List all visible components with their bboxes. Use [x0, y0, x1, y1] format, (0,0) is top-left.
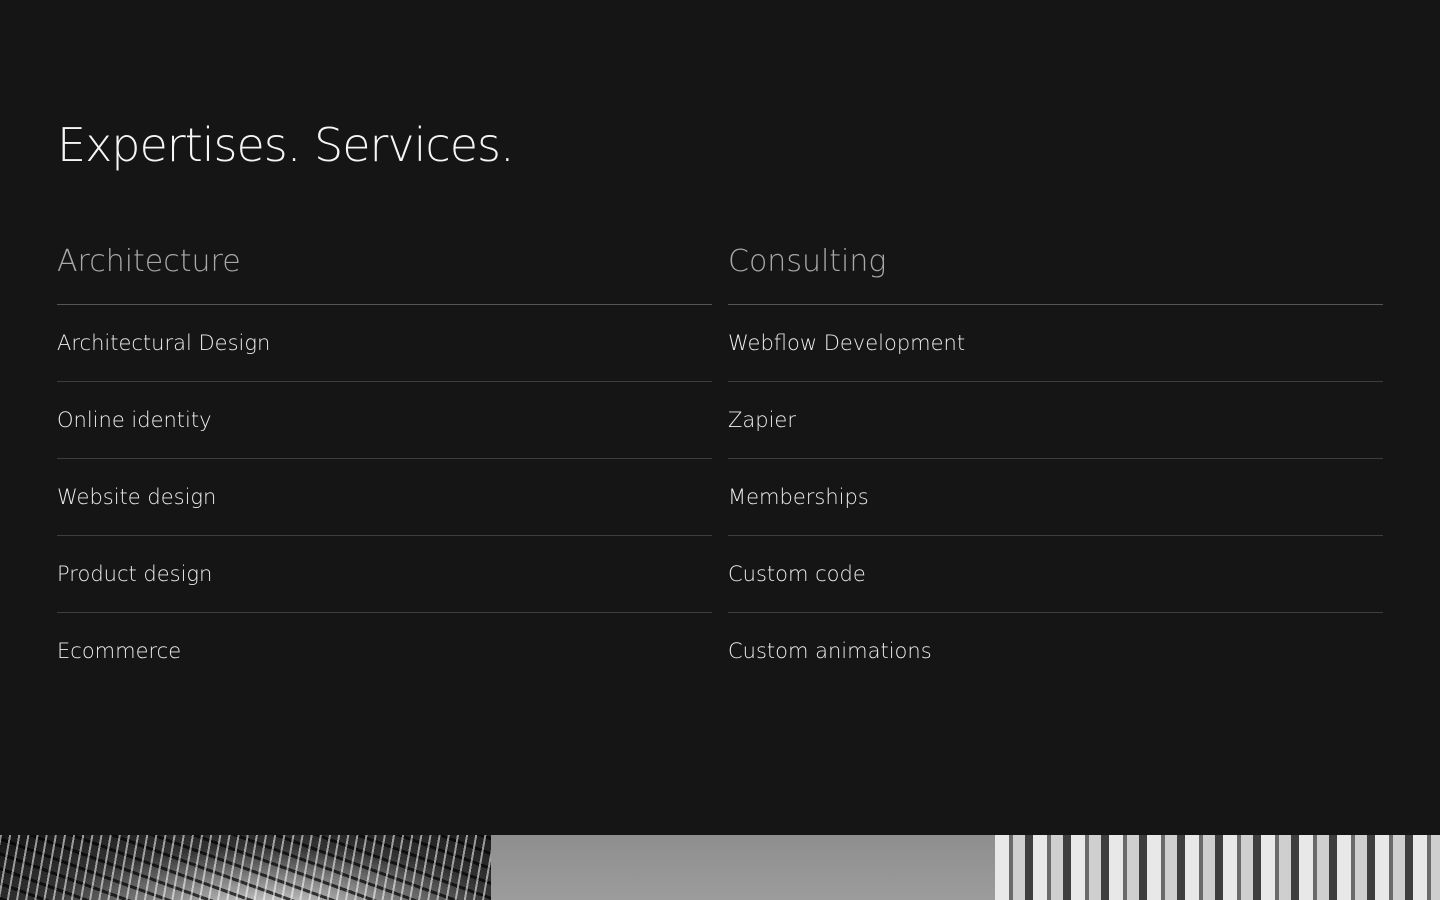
- service-list: Webflow Development Zapier Memberships C…: [728, 305, 1383, 689]
- service-item-custom-code[interactable]: Custom code: [728, 536, 1383, 613]
- service-item-online-identity[interactable]: Online identity: [57, 382, 712, 459]
- column-title: Architecture: [57, 240, 712, 305]
- architecture-column: Architecture Architectural Design Online…: [57, 240, 712, 689]
- column-title: Consulting: [728, 240, 1383, 305]
- service-item-product-design[interactable]: Product design: [57, 536, 712, 613]
- service-item-architectural-design[interactable]: Architectural Design: [57, 305, 712, 382]
- service-item-zapier[interactable]: Zapier: [728, 382, 1383, 459]
- page-title: Expertises. Services.: [57, 118, 515, 172]
- service-item-website-design[interactable]: Website design: [57, 459, 712, 536]
- consulting-column: Consulting Webflow Development Zapier Me…: [728, 240, 1383, 689]
- architecture-photo-spiral: [0, 835, 491, 900]
- services-section: Expertises. Services. Architecture Archi…: [0, 0, 1440, 900]
- service-item-ecommerce[interactable]: Ecommerce: [57, 613, 712, 689]
- service-item-custom-animations[interactable]: Custom animations: [728, 613, 1383, 689]
- service-item-webflow-development[interactable]: Webflow Development: [728, 305, 1383, 382]
- image-strip: [0, 835, 1440, 900]
- service-list: Architectural Design Online identity Web…: [57, 305, 712, 689]
- architecture-photo-facade: [995, 835, 1440, 900]
- service-item-memberships[interactable]: Memberships: [728, 459, 1383, 536]
